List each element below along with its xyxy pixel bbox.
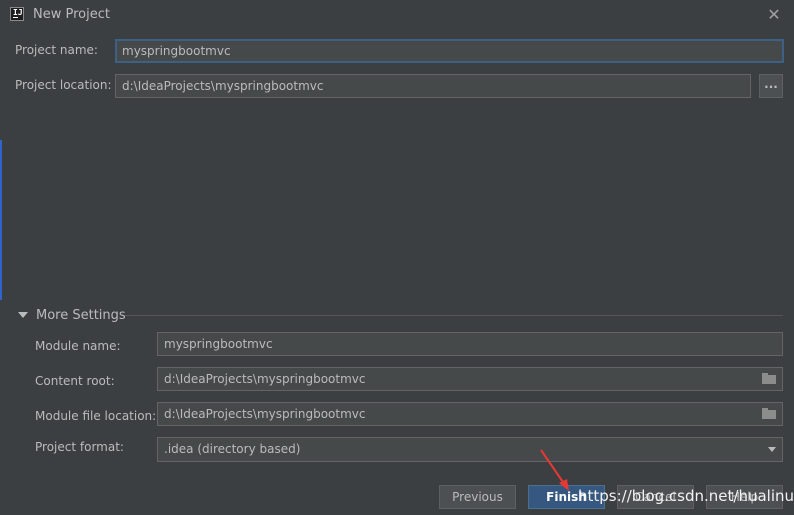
content-root-label: Content root: — [35, 374, 115, 388]
close-icon[interactable]: ✕ — [764, 5, 784, 25]
project-location-label: Project location: — [15, 78, 112, 92]
app-logo-icon: IJ — [10, 7, 24, 21]
content-root-input[interactable]: d:\IdeaProjects\myspringbootmvc — [157, 367, 783, 391]
annotation-arrow — [540, 449, 569, 491]
module-file-location-label: Module file location: — [35, 409, 157, 423]
window-edge-highlight — [0, 140, 2, 300]
chevron-down-icon — [768, 447, 776, 452]
previous-button[interactable]: Previous — [439, 485, 516, 509]
project-location-input[interactable]: d:\IdeaProjects\myspringbootmvc — [115, 74, 751, 98]
section-divider — [125, 315, 783, 316]
window-title: New Project — [33, 7, 110, 22]
browse-button[interactable]: ... — [759, 74, 783, 98]
module-file-location-input[interactable]: d:\IdeaProjects\myspringbootmvc — [157, 402, 783, 426]
watermark-text: https://blog.csdn.net/hualinux — [578, 487, 794, 505]
module-name-input[interactable]: myspringbootmvc — [157, 332, 783, 356]
module-file-location-value: d:\IdeaProjects\myspringbootmvc — [164, 407, 366, 421]
project-name-input[interactable]: myspringbootmvc — [115, 39, 784, 63]
disclosure-triangle-icon[interactable] — [18, 312, 28, 318]
title-bar: IJ New Project ✕ — [0, 0, 794, 30]
project-format-select[interactable]: .idea (directory based) — [157, 437, 783, 462]
project-name-label: Project name: — [15, 43, 98, 57]
module-name-label: Module name: — [35, 339, 121, 353]
more-settings-toggle[interactable]: More Settings — [36, 308, 126, 323]
content-root-value: d:\IdeaProjects\myspringbootmvc — [164, 372, 366, 386]
folder-icon[interactable] — [762, 373, 776, 384]
folder-icon[interactable] — [762, 408, 776, 419]
project-format-label: Project format: — [35, 440, 124, 454]
project-format-value: .idea (directory based) — [164, 442, 301, 456]
